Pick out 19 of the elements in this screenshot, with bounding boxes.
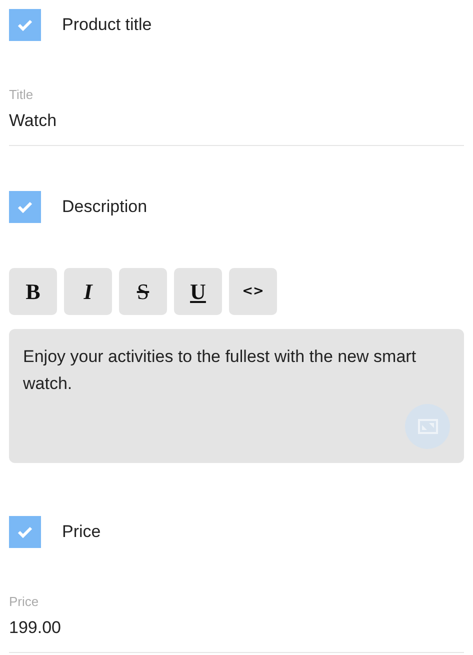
field-label: Title [9,87,34,102]
checkbox-label: Product title [62,15,152,35]
checkbox[interactable] [9,191,41,223]
italic-button[interactable]: I [64,268,112,315]
input-field[interactable]: Watch [9,111,464,131]
underline-button[interactable]: U [174,268,222,315]
strikethrough-button[interactable]: S [119,268,167,315]
checkmark-icon [17,201,33,213]
checkbox-label: Price [62,522,101,542]
checkbox[interactable] [9,9,41,41]
field-label: Price [9,594,40,609]
expand-icon[interactable] [405,404,450,449]
checkbox-label: Description [62,197,148,217]
bold-button[interactable]: B [9,268,57,315]
code-button[interactable]: <> [229,268,277,315]
checkmark-icon [17,526,33,538]
checkbox[interactable] [9,516,41,548]
input-field[interactable]: 199.00 [9,618,464,638]
checkmark-icon [17,19,33,31]
